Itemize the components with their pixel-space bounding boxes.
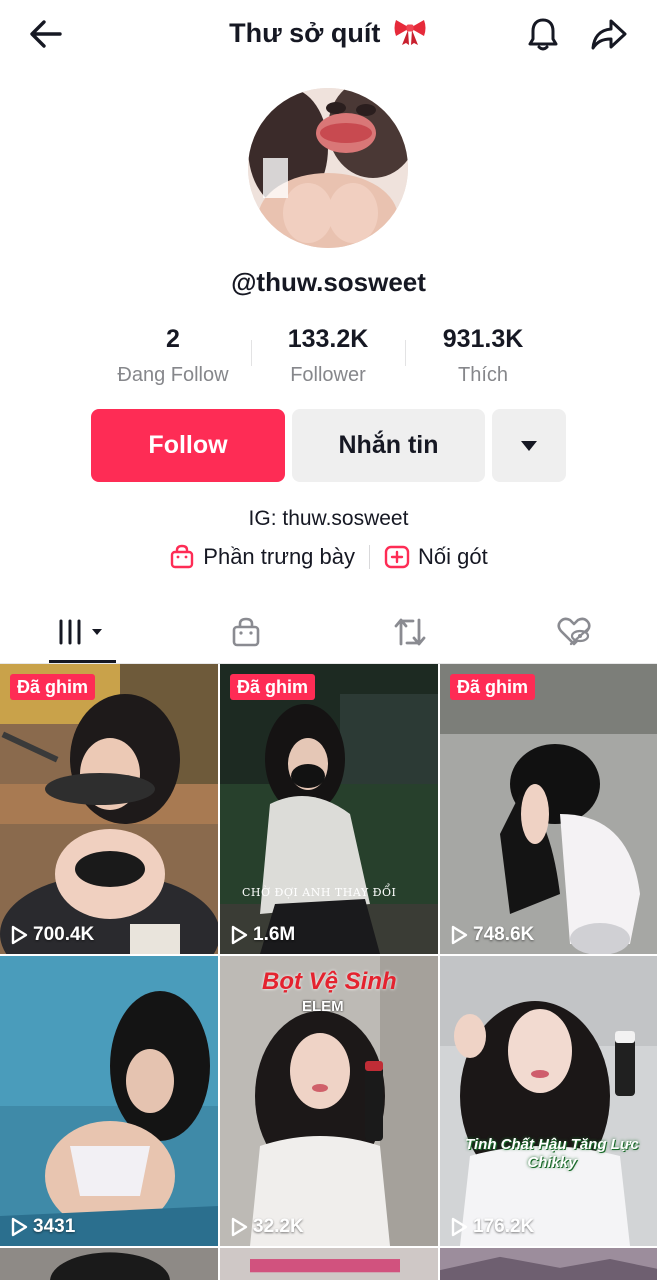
notifications-button[interactable]: [521, 12, 565, 56]
content-tabs: [0, 600, 657, 664]
video-tile[interactable]: Bọt Vệ Sinh ELEM 32.2K: [220, 956, 438, 1246]
video-thumbnail: [220, 1248, 438, 1280]
view-count: 3431: [10, 1216, 75, 1238]
stat-value: 133.2K: [287, 325, 369, 353]
follow-button[interactable]: Follow: [91, 409, 285, 482]
stat-value: 2: [166, 325, 180, 353]
view-count-value: 700.4K: [33, 924, 95, 945]
play-icon: [231, 925, 248, 945]
bag-icon: [232, 617, 260, 646]
tab-reposts[interactable]: [328, 600, 492, 663]
play-icon: [451, 925, 468, 945]
repost-icon: [394, 618, 426, 645]
video-thumbnail: [0, 956, 218, 1246]
bell-icon: [528, 18, 558, 51]
active-tab-indicator: [49, 660, 116, 663]
view-count: 32.2K: [230, 1216, 304, 1238]
bio-text: IG: thuw.sosweet: [248, 507, 409, 530]
share-arrow-icon: [591, 19, 627, 50]
video-tile[interactable]: 3431: [0, 956, 218, 1246]
top-bar: Thư sở quít: [0, 0, 657, 66]
video-tile[interactable]: Đã ghim 748.6K: [440, 664, 657, 954]
stat-value: 931.3K: [442, 325, 524, 353]
video-tile[interactable]: [220, 1248, 438, 1280]
video-thumbnail: [0, 1248, 218, 1280]
video-tile[interactable]: [440, 1248, 657, 1280]
video-tile[interactable]: Đã ghim 700.4K: [0, 664, 218, 954]
showcase-label: Phần trưng bày: [203, 544, 355, 569]
link-divider: [369, 545, 370, 569]
view-count-value: 1.6M: [253, 924, 296, 945]
caret-down-icon: [521, 440, 537, 451]
pinned-badge: Đã ghim: [230, 674, 316, 700]
stat-label: Follower: [290, 364, 366, 386]
avatar-image: [248, 88, 408, 248]
profile-name: Thư sở quít: [229, 18, 381, 48]
play-icon: [451, 1217, 468, 1237]
video-thumbnail: [440, 956, 657, 1246]
pinned-badge: Đã ghim: [10, 674, 96, 700]
tab-shop[interactable]: [164, 600, 328, 663]
view-count: 176.2K: [450, 1216, 534, 1238]
video-caption-title: Bọt Vệ Sinh: [262, 968, 397, 995]
view-count-value: 32.2K: [253, 1216, 304, 1237]
ribbon-bow-icon: [394, 20, 426, 45]
stat-following[interactable]: 2 Đang Follow: [93, 322, 253, 390]
play-icon: [231, 1217, 248, 1237]
view-count-value: 176.2K: [473, 1216, 535, 1237]
heart-hidden-icon: [557, 617, 591, 645]
video-caption: Tinh Chất Hậu Tăng Lực Chikky: [465, 1136, 639, 1171]
showcase-link[interactable]: Phần trưng bày: [169, 544, 355, 570]
video-tile[interactable]: Đã ghim CHỜ ĐỢI ANH THAY ĐỔI 1.6M: [220, 664, 438, 954]
stat-label: Đang Follow: [117, 364, 229, 386]
view-count: 748.6K: [450, 924, 534, 946]
view-count: 1.6M: [230, 924, 295, 946]
play-icon: [11, 1217, 28, 1237]
video-thumbnail: [440, 1248, 657, 1280]
video-caption-brand: ELEM: [302, 998, 344, 1015]
plus-square-icon: [384, 545, 410, 569]
video-thumbnail: [0, 664, 218, 954]
stat-likes[interactable]: 931.3K Thích: [403, 322, 563, 390]
profile-page: Thư sở quít @thuw.sosweet 2 Đang Follow …: [0, 0, 657, 1280]
video-thumbnail: [220, 664, 438, 954]
stat-followers[interactable]: 133.2K Follower: [248, 322, 408, 390]
view-count-value: 3431: [33, 1216, 76, 1237]
tab-liked[interactable]: [492, 600, 656, 663]
duet-link[interactable]: Nối gót: [384, 544, 488, 570]
tab-videos[interactable]: [0, 600, 164, 663]
profile-links: Phần trưng bày Nối gót: [0, 544, 657, 570]
message-button[interactable]: Nhắn tin: [292, 409, 485, 482]
shopping-bag-icon: [171, 544, 194, 569]
view-count-value: 748.6K: [473, 924, 535, 945]
more-options-button[interactable]: [492, 409, 566, 482]
username: @thuw.sosweet: [231, 267, 426, 297]
view-count: 700.4K: [10, 924, 94, 946]
video-thumbnail: [440, 664, 657, 954]
video-caption: CHỜ ĐỢI ANH THAY ĐỔI: [242, 886, 397, 899]
duet-label: Nối gót: [418, 544, 488, 569]
video-tile[interactable]: [0, 1248, 218, 1280]
avatar[interactable]: [248, 88, 408, 248]
share-button[interactable]: [587, 12, 631, 56]
grid-bars-icon: [59, 619, 102, 644]
video-tile[interactable]: Tinh Chất Hậu Tăng Lực Chikky 176.2K: [440, 956, 657, 1246]
pinned-badge: Đã ghim: [450, 674, 536, 700]
play-icon: [11, 925, 28, 945]
stat-label: Thích: [457, 364, 509, 386]
